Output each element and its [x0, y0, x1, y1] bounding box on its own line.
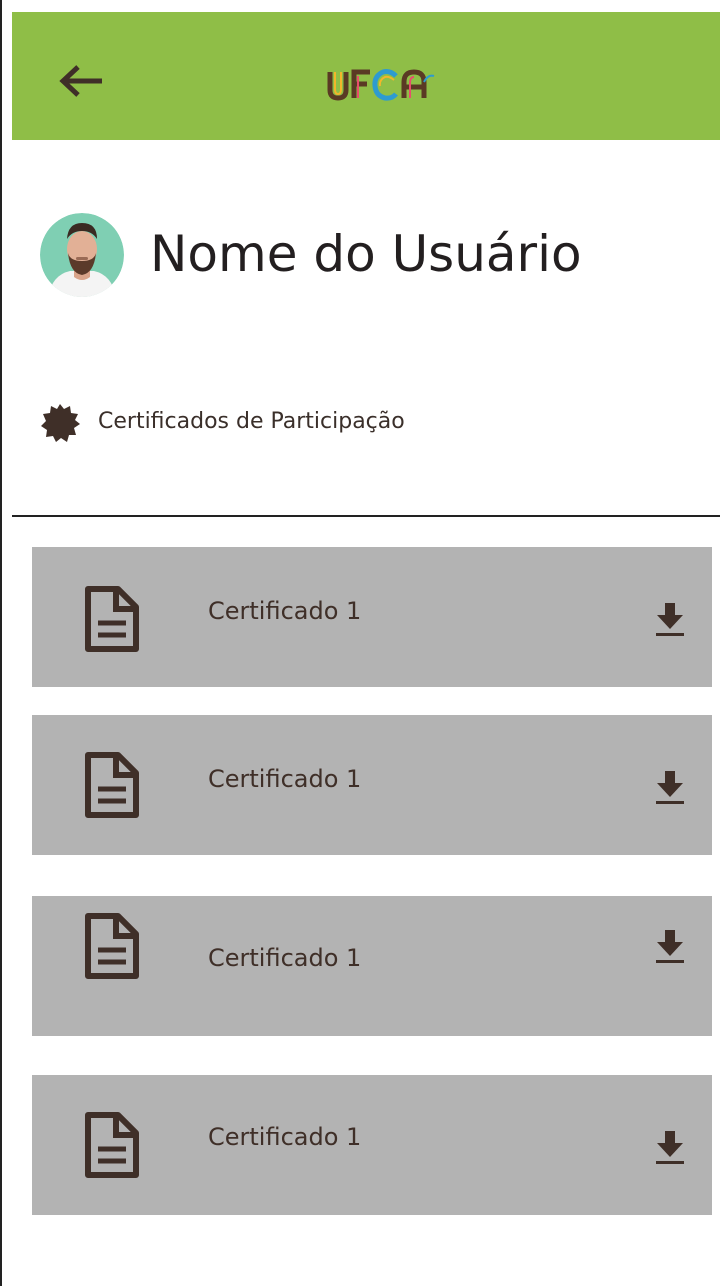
certificates-section-header: Certificados de Participação	[40, 400, 640, 442]
badge-icon	[41, 404, 80, 442]
download-icon[interactable]	[650, 1127, 690, 1167]
download-icon[interactable]	[650, 767, 690, 807]
document-icon	[85, 913, 139, 979]
back-button[interactable]	[58, 64, 104, 98]
app-screen: Nome do Usuário Certificados de Particip…	[0, 0, 720, 1286]
user-profile-row: Nome do Usuário	[40, 213, 680, 297]
certificate-card[interactable]: Certificado 1	[32, 547, 712, 687]
section-title: Certificados de Participação	[98, 409, 405, 434]
avatar[interactable]	[40, 213, 124, 297]
certificate-label: Certificado 1	[208, 765, 362, 793]
certificate-label: Certificado 1	[208, 944, 362, 972]
arrow-left-icon	[59, 65, 102, 97]
divider	[12, 515, 720, 517]
certificate-label: Certificado 1	[208, 597, 362, 625]
ufca-logo	[324, 64, 442, 106]
certificate-card[interactable]: Certificado 1	[32, 1075, 712, 1215]
user-name: Nome do Usuário	[150, 225, 582, 283]
status-area	[2, 0, 720, 12]
document-icon	[85, 586, 139, 652]
app-header	[12, 12, 720, 140]
download-icon[interactable]	[650, 926, 690, 966]
certificate-card[interactable]: Certificado 1	[32, 896, 712, 1036]
document-icon	[85, 1112, 139, 1178]
user-avatar-icon	[40, 213, 124, 297]
certificate-card[interactable]: Certificado 1	[32, 715, 712, 855]
document-icon	[85, 752, 139, 818]
download-icon[interactable]	[650, 599, 690, 639]
certificate-label: Certificado 1	[208, 1123, 362, 1151]
